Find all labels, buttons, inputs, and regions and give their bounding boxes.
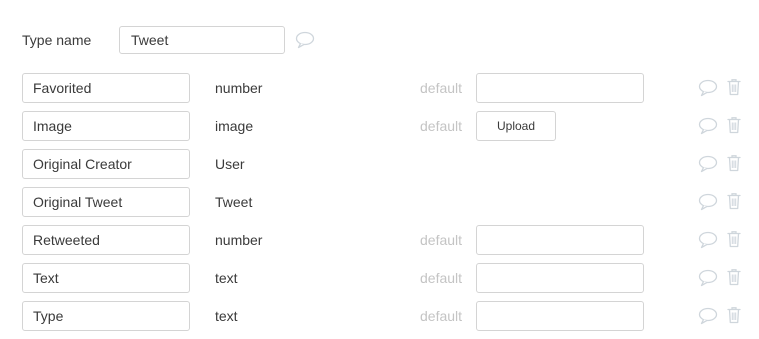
- comment-bubble-icon[interactable]: [698, 193, 718, 211]
- field-row: text default: [22, 263, 747, 293]
- type-name-row: Type name: [22, 25, 315, 55]
- field-type[interactable]: image: [215, 111, 253, 141]
- field-name-input[interactable]: [22, 263, 190, 293]
- comment-bubble-icon[interactable]: [698, 117, 718, 135]
- default-label: default: [420, 270, 463, 286]
- comment-bubble-icon[interactable]: [698, 269, 718, 287]
- type-name-label: Type name: [22, 32, 92, 48]
- field-name-input[interactable]: [22, 187, 190, 217]
- field-type[interactable]: number: [215, 225, 262, 255]
- comment-bubble-icon[interactable]: [698, 231, 718, 249]
- field-type[interactable]: number: [215, 73, 262, 103]
- trash-icon[interactable]: [727, 78, 741, 96]
- field-row: text default: [22, 301, 747, 331]
- trash-icon[interactable]: [727, 306, 741, 324]
- field-name-input[interactable]: [22, 111, 190, 141]
- field-row: image default Upload: [22, 111, 747, 141]
- type-name-input[interactable]: [119, 26, 285, 54]
- field-name-input[interactable]: [22, 225, 190, 255]
- type-comment-icon[interactable]: [295, 31, 315, 49]
- default-value-input[interactable]: [476, 73, 644, 103]
- field-type[interactable]: User: [215, 149, 245, 179]
- field-row: User: [22, 149, 747, 179]
- trash-icon[interactable]: [727, 268, 741, 286]
- field-type[interactable]: text: [215, 301, 238, 331]
- trash-icon[interactable]: [727, 154, 741, 172]
- trash-icon[interactable]: [727, 192, 741, 210]
- field-row: number default: [22, 225, 747, 255]
- field-type[interactable]: text: [215, 263, 238, 293]
- field-type[interactable]: Tweet: [215, 187, 252, 217]
- comment-bubble-icon[interactable]: [698, 307, 718, 325]
- default-label: default: [420, 308, 463, 324]
- default-label: default: [420, 118, 463, 134]
- comment-bubble-icon[interactable]: [698, 155, 718, 173]
- default-label: default: [420, 80, 463, 96]
- field-row: Tweet: [22, 187, 747, 217]
- default-value-input[interactable]: [476, 225, 644, 255]
- default-value-input[interactable]: [476, 263, 644, 293]
- field-name-input[interactable]: [22, 73, 190, 103]
- field-name-input[interactable]: [22, 301, 190, 331]
- default-value-input[interactable]: [476, 301, 644, 331]
- comment-bubble-icon[interactable]: [698, 79, 718, 97]
- field-name-input[interactable]: [22, 149, 190, 179]
- field-row: number default: [22, 73, 747, 103]
- upload-button[interactable]: Upload: [476, 111, 556, 141]
- trash-icon[interactable]: [727, 230, 741, 248]
- trash-icon[interactable]: [727, 116, 741, 134]
- default-label: default: [420, 232, 463, 248]
